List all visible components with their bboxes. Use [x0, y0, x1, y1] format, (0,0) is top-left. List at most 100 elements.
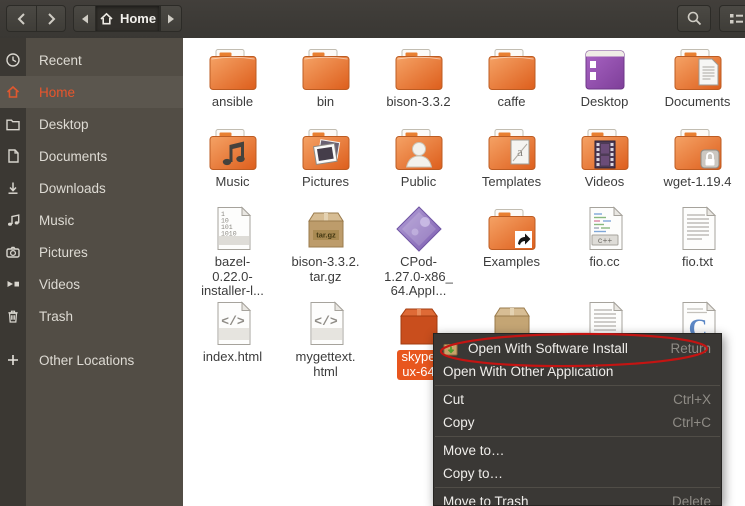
svg-text:a: a: [517, 144, 523, 159]
search-icon: [687, 11, 701, 26]
file-name: Desktop: [580, 94, 629, 109]
svg-text:1010: 1010: [221, 231, 237, 238]
file-item[interactable]: </> mygettext. html: [279, 299, 372, 439]
folder-videos-icon: [579, 124, 631, 172]
file-item[interactable]: Examples: [465, 204, 558, 299]
sidebar-item-music[interactable]: Music: [0, 204, 183, 236]
trash-icon: [0, 308, 26, 324]
svg-text:tar.gz: tar.gz: [316, 231, 336, 240]
tar-archive-icon: tar.gz: [300, 204, 352, 252]
folder-icon: [486, 44, 538, 92]
menu-item-copy[interactable]: Copy Ctrl+C: [434, 411, 721, 434]
file-item[interactable]: 1 10 101 1010 bazel- 0.22.0- installer-l...: [186, 204, 279, 299]
file-item[interactable]: Documents: [651, 44, 744, 124]
forward-button[interactable]: [36, 5, 66, 32]
folder-music-icon: [207, 124, 259, 172]
file-item[interactable]: Music: [186, 124, 279, 204]
file-item[interactable]: fio.txt: [651, 204, 744, 299]
sidebar-item-pictures[interactable]: Pictures: [0, 236, 183, 268]
document-icon: [0, 148, 26, 164]
sidebar-item-desktop[interactable]: Desktop: [0, 108, 183, 140]
menu-item-cut[interactable]: Cut Ctrl+X: [434, 388, 721, 411]
sidebar-item-trash[interactable]: Trash: [0, 300, 183, 332]
folder-icon: [0, 116, 26, 132]
file-name: wget-1.19.4: [663, 174, 732, 189]
sidebar-item-home[interactable]: Home: [0, 76, 183, 108]
file-item[interactable]: Pictures: [279, 124, 372, 204]
sidebar-item-other-locations[interactable]: Other Locations: [0, 344, 183, 376]
file-item[interactable]: c++ fio.cc: [558, 204, 651, 299]
file-item[interactable]: a Templates: [465, 124, 558, 204]
file-name: Templates: [481, 174, 542, 189]
file-item[interactable]: bison-3.3.2: [372, 44, 465, 124]
menu-item-accel: Return: [670, 341, 711, 356]
menu-item-open-with-other-application[interactable]: Open With Other Application: [434, 360, 721, 383]
sidebar-item-recent[interactable]: Recent: [0, 44, 183, 76]
file-item[interactable]: bin: [279, 44, 372, 124]
file-item[interactable]: CPod- 1.27.0-x86_ 64.AppI...: [372, 204, 465, 299]
file-item[interactable]: caffe: [465, 44, 558, 124]
file-item[interactable]: tar.gz bison-3.3.2. tar.gz: [279, 204, 372, 299]
view-options-button[interactable]: [719, 5, 745, 32]
menu-item-copy-to[interactable]: Copy to…: [434, 462, 721, 485]
file-item[interactable]: Public: [372, 124, 465, 204]
folder-templates-icon: a: [486, 124, 538, 172]
software-install-icon: [443, 341, 459, 357]
menu-separator: [435, 487, 720, 488]
sidebar-item-downloads[interactable]: Downloads: [0, 172, 183, 204]
menu-item-open-with-software-install[interactable]: Open With Software Install Return: [434, 337, 721, 360]
svg-text:</>: </>: [221, 314, 245, 329]
file-name: Examples: [482, 254, 541, 269]
sidebar-item-documents[interactable]: Documents: [0, 140, 183, 172]
file-item[interactable]: </> index.html: [186, 299, 279, 439]
search-button[interactable]: [677, 5, 711, 32]
list-view-icon: [729, 14, 743, 24]
file-name: mygettext. html: [295, 349, 356, 379]
folder-documents-icon: [672, 44, 724, 92]
file-name: bazel- 0.22.0- installer-l...: [201, 254, 264, 299]
binary-file-icon: 1 10 101 1010: [207, 204, 259, 252]
file-name: caffe: [497, 94, 526, 109]
camera-icon: [0, 244, 26, 260]
sidebar-label: Music: [39, 212, 75, 228]
path-next-button[interactable]: [160, 5, 182, 32]
triangle-left-icon: [81, 14, 88, 23]
chevron-left-icon: [17, 12, 25, 25]
sidebar-label: Trash: [39, 308, 74, 324]
menu-item-label: Open With Other Application: [443, 364, 614, 379]
path-prev-button[interactable]: [73, 5, 95, 32]
text-file-icon: [672, 204, 724, 252]
sidebar-item-videos[interactable]: Videos: [0, 268, 183, 300]
file-name: bison-3.3.2: [386, 94, 451, 109]
menu-item-label: Cut: [443, 392, 465, 407]
folder-pictures-icon: [300, 124, 352, 172]
home-icon: [100, 12, 113, 25]
chevron-right-icon: [48, 12, 56, 25]
file-item[interactable]: wget-1.19.4: [651, 124, 744, 204]
file-name: bin: [316, 94, 335, 109]
appimage-icon: [393, 204, 445, 252]
toolbar: Home: [0, 0, 745, 39]
file-item[interactable]: ansible: [186, 44, 279, 124]
menu-item-accel: Delete: [671, 494, 711, 506]
menu-item-accel: Ctrl+C: [672, 415, 711, 430]
html-file-icon: </>: [207, 299, 259, 347]
clock-icon: [0, 52, 26, 68]
back-button[interactable]: [6, 5, 36, 32]
folder-public-icon: [393, 124, 445, 172]
folder-shortcut-icon: [486, 204, 538, 252]
sidebar-label: Other Locations: [39, 352, 135, 368]
svg-text:c++: c++: [597, 237, 612, 246]
menu-item-move-to-trash[interactable]: Move to Trash Delete: [434, 490, 721, 506]
folder-locked-icon: [672, 124, 724, 172]
file-name: Music: [215, 174, 250, 189]
sidebar-label: Pictures: [39, 244, 88, 260]
location-label: Home: [119, 11, 157, 26]
folder-icon: [393, 44, 445, 92]
file-item[interactable]: Videos: [558, 124, 651, 204]
menu-separator: [435, 436, 720, 437]
sidebar-label: Recent: [39, 52, 82, 68]
file-item[interactable]: Desktop: [558, 44, 651, 124]
menu-item-move-to[interactable]: Move to…: [434, 439, 721, 462]
path-home-button[interactable]: Home: [95, 5, 160, 32]
